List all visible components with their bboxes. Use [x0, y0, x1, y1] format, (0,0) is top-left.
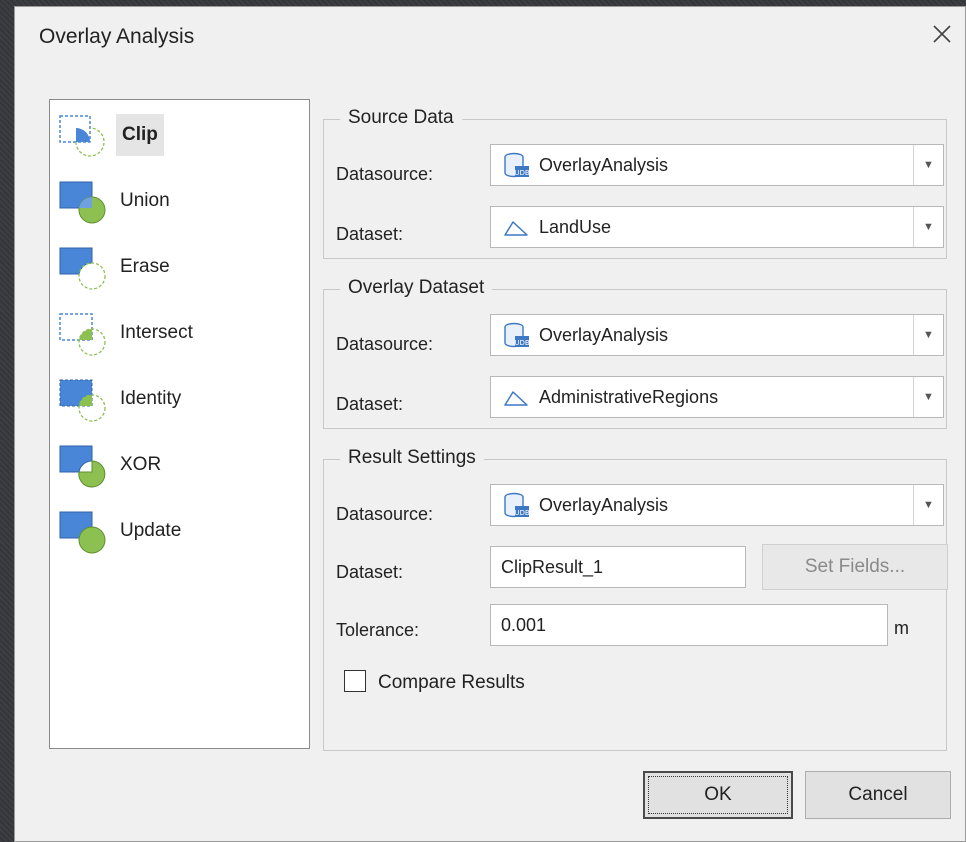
tool-label-union: Union [120, 190, 170, 211]
overlay-dataset-combo[interactable]: AdministrativeRegions ▼ [490, 376, 944, 418]
result-datasource-combo[interactable]: UDB OverlayAnalysis ▼ [490, 484, 944, 526]
tool-label-xor: XOR [120, 454, 162, 475]
source-datasource-combo[interactable]: UDB OverlayAnalysis ▼ [490, 144, 944, 186]
clip-icon [54, 110, 112, 160]
region-dataset-icon [504, 391, 528, 406]
overlay-datasource-value: OverlayAnalysis [539, 324, 669, 345]
result-settings-group: Result Settings Datasource: UDB OverlayA… [323, 447, 948, 751]
overlay-analysis-dialog: Overlay Analysis Clip Union Erase Inters… [14, 6, 966, 842]
chevron-down-icon[interactable]: ▼ [913, 207, 943, 247]
tool-label-clip: Clip [116, 114, 164, 156]
tool-item-intersect[interactable]: Intersect [54, 308, 304, 358]
compare-results-checkbox[interactable] [344, 670, 366, 692]
tool-item-update[interactable]: Update [54, 506, 304, 556]
result-dataset-input[interactable]: ClipResult_1 [490, 546, 746, 588]
tool-item-identity[interactable]: Identity [54, 374, 304, 424]
region-dataset-icon [504, 221, 528, 236]
close-button[interactable] [927, 19, 957, 49]
overlay-tool-list: Clip Union Erase Intersect Identity XOR … [49, 99, 310, 749]
compare-results-label: Compare Results [378, 672, 525, 693]
database-icon: UDB [504, 492, 530, 518]
erase-icon [54, 242, 112, 292]
tool-item-clip[interactable]: Clip [54, 110, 304, 160]
tolerance-label: Tolerance: [336, 620, 420, 640]
chevron-down-icon[interactable]: ▼ [913, 145, 943, 185]
overlay-datasource-combo[interactable]: UDB OverlayAnalysis ▼ [490, 314, 944, 356]
ok-button[interactable]: OK [643, 771, 793, 819]
overlay-dataset-label: Dataset: [336, 394, 404, 414]
tool-label-update: Update [120, 520, 182, 541]
source-dataset-label: Dataset: [336, 224, 404, 244]
source-datasource-value: OverlayAnalysis [539, 154, 669, 175]
tool-label-identity: Identity [120, 388, 182, 409]
tolerance-input[interactable]: 0.001 [490, 604, 888, 646]
chevron-down-icon[interactable]: ▼ [913, 377, 943, 417]
source-dataset-value: LandUse [539, 216, 612, 237]
svg-text:UDB: UDB [514, 509, 530, 517]
identity-icon [54, 374, 112, 424]
chevron-down-icon[interactable]: ▼ [913, 315, 943, 355]
intersect-icon [54, 308, 112, 358]
dialog-title: Overlay Analysis [39, 25, 195, 48]
tool-label-erase: Erase [120, 256, 170, 277]
database-icon: UDB [504, 322, 530, 348]
tool-item-erase[interactable]: Erase [54, 242, 304, 292]
chevron-down-icon[interactable]: ▼ [913, 485, 943, 525]
svg-text:UDB: UDB [514, 339, 530, 347]
update-icon [54, 506, 112, 556]
result-datasource-value: OverlayAnalysis [539, 494, 669, 515]
overlay-dataset-legend: Overlay Dataset [340, 277, 493, 299]
xor-icon [54, 440, 112, 490]
tool-label-intersect: Intersect [120, 322, 193, 343]
result-datasource-label: Datasource: [336, 504, 434, 524]
source-data-group: Source Data Datasource: UDB OverlayAnaly… [323, 107, 947, 259]
set-fields-button[interactable]: Set Fields... [762, 544, 948, 590]
svg-text:UDB: UDB [514, 169, 530, 177]
tool-item-union[interactable]: Union [54, 176, 304, 226]
source-data-legend: Source Data [340, 107, 462, 129]
tool-item-xor[interactable]: XOR [54, 440, 304, 490]
result-dataset-label: Dataset: [336, 562, 404, 582]
tolerance-unit: m [894, 618, 909, 638]
source-dataset-combo[interactable]: LandUse ▼ [490, 206, 944, 248]
result-settings-legend: Result Settings [340, 447, 484, 469]
overlay-dataset-value: AdministrativeRegions [539, 386, 719, 407]
cancel-button[interactable]: Cancel [805, 771, 951, 819]
focus-rectangle [648, 776, 788, 814]
close-icon [933, 25, 951, 43]
union-icon [54, 176, 112, 226]
source-datasource-label: Datasource: [336, 164, 434, 184]
database-icon: UDB [504, 152, 530, 178]
overlay-dataset-group: Overlay Dataset Datasource: UDB OverlayA… [323, 277, 947, 429]
overlay-datasource-label: Datasource: [336, 334, 434, 354]
